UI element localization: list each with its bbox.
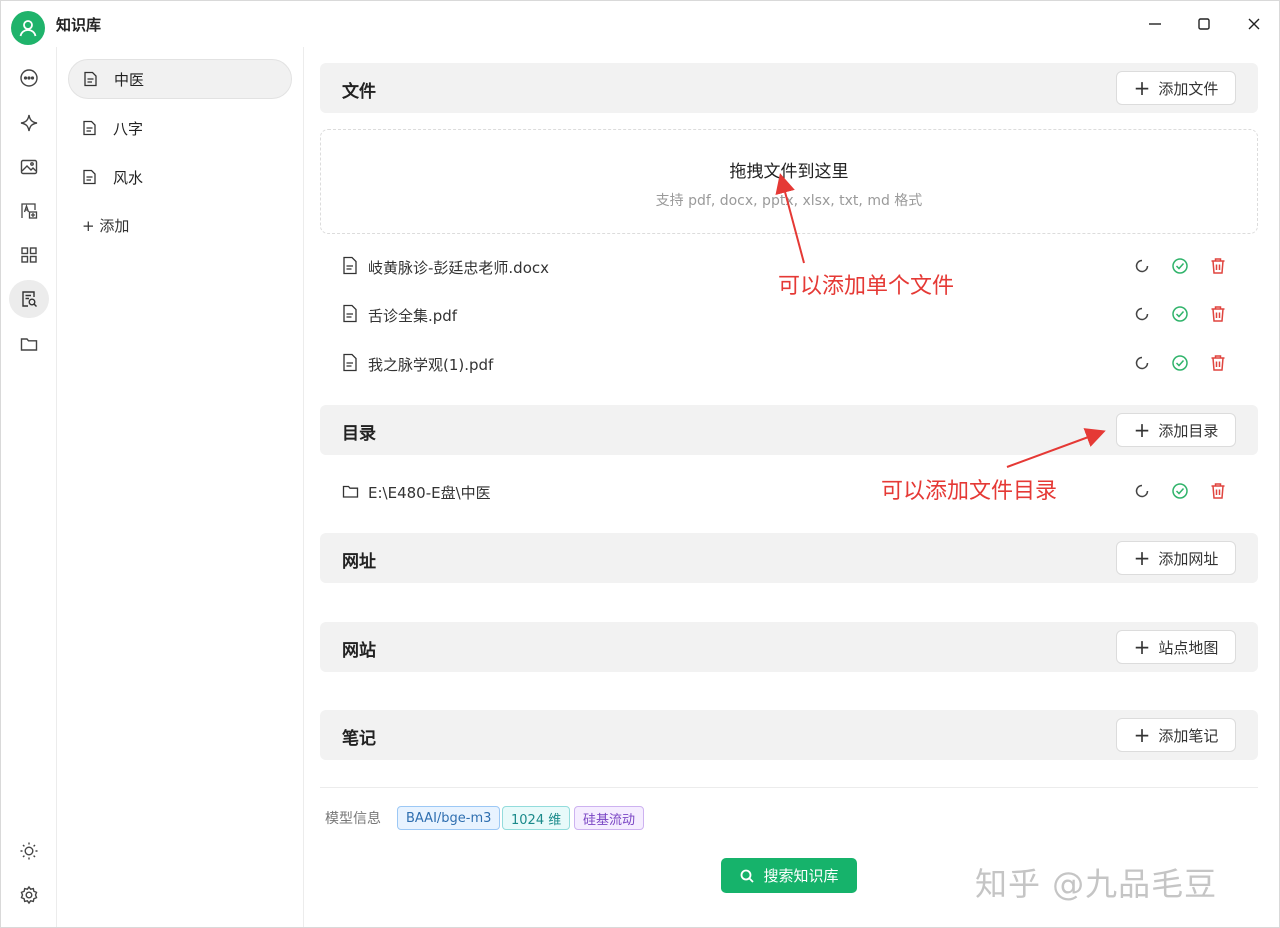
annotation-arrow-directory (1006, 428, 1106, 468)
annotation-arrow-file (775, 173, 805, 264)
annotation-directory: 可以添加文件目录 (881, 479, 1058, 504)
app-window: 知识库 中医 八字 风水 + 添加 文件 + 添加文件 拖拽文件到这里 支持 p… (0, 0, 1280, 928)
annotation-single-file: 可以添加单个文件 (778, 274, 955, 299)
annotation-arrows (775, 173, 1106, 468)
watermark: 知乎 @九品毛豆 (975, 865, 1218, 903)
